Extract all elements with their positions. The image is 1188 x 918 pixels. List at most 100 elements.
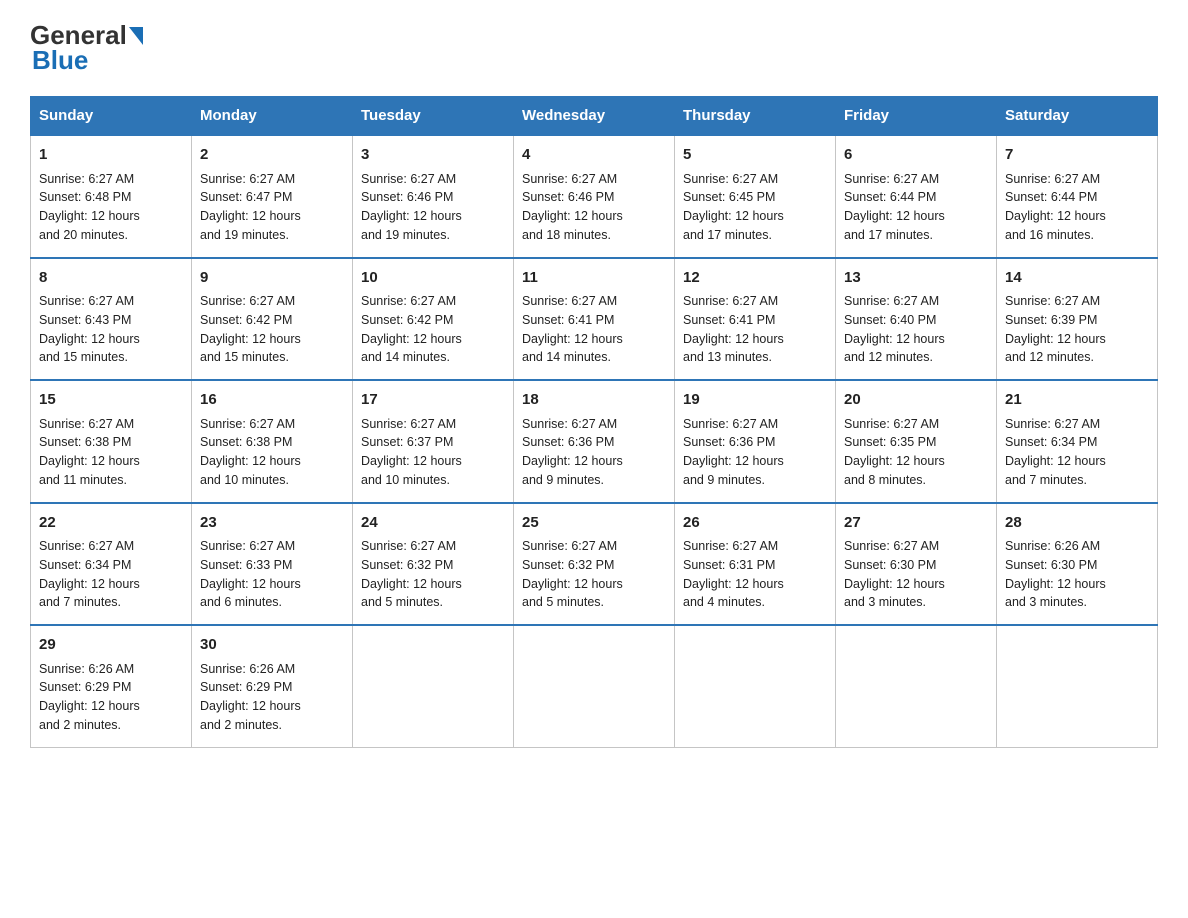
header-cell-tuesday: Tuesday: [353, 97, 514, 136]
sunrise-text: Sunrise: 6:26 AM: [200, 662, 295, 676]
day-cell: 10Sunrise: 6:27 AMSunset: 6:42 PMDayligh…: [353, 258, 514, 381]
day-cell: 13Sunrise: 6:27 AMSunset: 6:40 PMDayligh…: [836, 258, 997, 381]
daylight-label: Daylight: 12 hours: [200, 577, 301, 591]
day-number: 23: [200, 512, 344, 535]
day-number: 7: [1005, 144, 1149, 167]
sunrise-text: Sunrise: 6:27 AM: [200, 294, 295, 308]
daylight-label: Daylight: 12 hours: [522, 209, 623, 223]
sunset-text: Sunset: 6:40 PM: [844, 313, 936, 327]
day-number: 22: [39, 512, 183, 535]
week-row-4: 22Sunrise: 6:27 AMSunset: 6:34 PMDayligh…: [31, 503, 1158, 626]
sunrise-text: Sunrise: 6:27 AM: [200, 539, 295, 553]
sunrise-text: Sunrise: 6:27 AM: [844, 172, 939, 186]
day-cell: [353, 625, 514, 747]
sunset-text: Sunset: 6:47 PM: [200, 190, 292, 204]
sunrise-text: Sunrise: 6:27 AM: [683, 294, 778, 308]
daylight-label: Daylight: 12 hours: [683, 577, 784, 591]
sunrise-text: Sunrise: 6:27 AM: [1005, 417, 1100, 431]
day-number: 19: [683, 389, 827, 412]
sunrise-text: Sunrise: 6:27 AM: [522, 294, 617, 308]
day-number: 8: [39, 267, 183, 290]
sunrise-text: Sunrise: 6:27 AM: [361, 417, 456, 431]
day-cell: 7Sunrise: 6:27 AMSunset: 6:44 PMDaylight…: [997, 135, 1158, 258]
header-cell-thursday: Thursday: [675, 97, 836, 136]
sunrise-text: Sunrise: 6:27 AM: [844, 539, 939, 553]
daylight-label: Daylight: 12 hours: [683, 454, 784, 468]
day-cell: 9Sunrise: 6:27 AMSunset: 6:42 PMDaylight…: [192, 258, 353, 381]
sunset-text: Sunset: 6:31 PM: [683, 558, 775, 572]
sunrise-text: Sunrise: 6:27 AM: [39, 417, 134, 431]
daylight-label: Daylight: 12 hours: [39, 699, 140, 713]
header-row: SundayMondayTuesdayWednesdayThursdayFrid…: [31, 97, 1158, 136]
day-cell: 1Sunrise: 6:27 AMSunset: 6:48 PMDaylight…: [31, 135, 192, 258]
daylight-minutes: and 5 minutes.: [522, 595, 604, 609]
daylight-label: Daylight: 12 hours: [39, 454, 140, 468]
sunrise-text: Sunrise: 6:27 AM: [844, 294, 939, 308]
sunrise-text: Sunrise: 6:27 AM: [361, 539, 456, 553]
daylight-label: Daylight: 12 hours: [522, 332, 623, 346]
sunset-text: Sunset: 6:48 PM: [39, 190, 131, 204]
sunrise-text: Sunrise: 6:27 AM: [522, 172, 617, 186]
sunset-text: Sunset: 6:39 PM: [1005, 313, 1097, 327]
week-row-5: 29 Sunrise: 6:26 AM Sunset: 6:29 PM Dayligh…: [31, 625, 1158, 747]
day-cell: 11Sunrise: 6:27 AMSunset: 6:41 PMDayligh…: [514, 258, 675, 381]
sunrise-text: Sunrise: 6:27 AM: [39, 294, 134, 308]
day-cell: 6Sunrise: 6:27 AMSunset: 6:44 PMDaylight…: [836, 135, 997, 258]
sunset-text: Sunset: 6:30 PM: [844, 558, 936, 572]
sunrise-text: Sunrise: 6:27 AM: [683, 417, 778, 431]
day-number: 14: [1005, 267, 1149, 290]
daylight-label: Daylight: 12 hours: [683, 209, 784, 223]
sunrise-text: Sunrise: 6:27 AM: [1005, 172, 1100, 186]
sunset-text: Sunset: 6:44 PM: [1005, 190, 1097, 204]
day-number: 11: [522, 267, 666, 290]
sunrise-text: Sunrise: 6:27 AM: [361, 172, 456, 186]
sunset-text: Sunset: 6:42 PM: [361, 313, 453, 327]
day-number: 26: [683, 512, 827, 535]
day-cell: [514, 625, 675, 747]
day-cell: 27Sunrise: 6:27 AMSunset: 6:30 PMDayligh…: [836, 503, 997, 626]
daylight-minutes: and 2 minutes.: [39, 718, 121, 732]
day-cell: 8Sunrise: 6:27 AMSunset: 6:43 PMDaylight…: [31, 258, 192, 381]
day-number: 12: [683, 267, 827, 290]
daylight-minutes: and 16 minutes.: [1005, 228, 1094, 242]
day-cell: 26Sunrise: 6:27 AMSunset: 6:31 PMDayligh…: [675, 503, 836, 626]
daylight-label: Daylight: 12 hours: [1005, 332, 1106, 346]
sunset-text: Sunset: 6:32 PM: [522, 558, 614, 572]
daylight-minutes: and 18 minutes.: [522, 228, 611, 242]
daylight-minutes: and 10 minutes.: [200, 473, 289, 487]
daylight-label: Daylight: 12 hours: [361, 454, 462, 468]
sunrise-text: Sunrise: 6:27 AM: [200, 417, 295, 431]
daylight-minutes: and 11 minutes.: [39, 473, 127, 487]
day-cell: 14Sunrise: 6:27 AMSunset: 6:39 PMDayligh…: [997, 258, 1158, 381]
daylight-minutes: and 15 minutes.: [200, 350, 289, 364]
day-number: 2: [200, 144, 344, 167]
daylight-label: Daylight: 12 hours: [361, 577, 462, 591]
sunrise-text: Sunrise: 6:27 AM: [39, 172, 134, 186]
sunset-text: Sunset: 6:45 PM: [683, 190, 775, 204]
sunset-text: Sunset: 6:46 PM: [361, 190, 453, 204]
header-cell-wednesday: Wednesday: [514, 97, 675, 136]
sunset-text: Sunset: 6:29 PM: [39, 680, 131, 694]
day-number: 29: [39, 634, 183, 657]
sunrise-text: Sunrise: 6:27 AM: [522, 539, 617, 553]
day-cell: [675, 625, 836, 747]
sunset-text: Sunset: 6:35 PM: [844, 435, 936, 449]
day-number: 18: [522, 389, 666, 412]
sunset-text: Sunset: 6:34 PM: [1005, 435, 1097, 449]
daylight-label: Daylight: 12 hours: [522, 454, 623, 468]
day-number: 6: [844, 144, 988, 167]
sunset-text: Sunset: 6:38 PM: [39, 435, 131, 449]
daylight-minutes: and 14 minutes.: [522, 350, 611, 364]
day-cell: 4Sunrise: 6:27 AMSunset: 6:46 PMDaylight…: [514, 135, 675, 258]
daylight-minutes: and 19 minutes.: [200, 228, 289, 242]
daylight-label: Daylight: 12 hours: [522, 577, 623, 591]
sunrise-text: Sunrise: 6:27 AM: [200, 172, 295, 186]
header-cell-sunday: Sunday: [31, 97, 192, 136]
daylight-label: Daylight: 12 hours: [200, 699, 301, 713]
day-cell: 16Sunrise: 6:27 AMSunset: 6:38 PMDayligh…: [192, 380, 353, 503]
daylight-minutes: and 3 minutes.: [1005, 595, 1087, 609]
day-cell: 28Sunrise: 6:26 AMSunset: 6:30 PMDayligh…: [997, 503, 1158, 626]
daylight-minutes: and 12 minutes.: [844, 350, 933, 364]
day-number: 21: [1005, 389, 1149, 412]
day-cell: 17Sunrise: 6:27 AMSunset: 6:37 PMDayligh…: [353, 380, 514, 503]
